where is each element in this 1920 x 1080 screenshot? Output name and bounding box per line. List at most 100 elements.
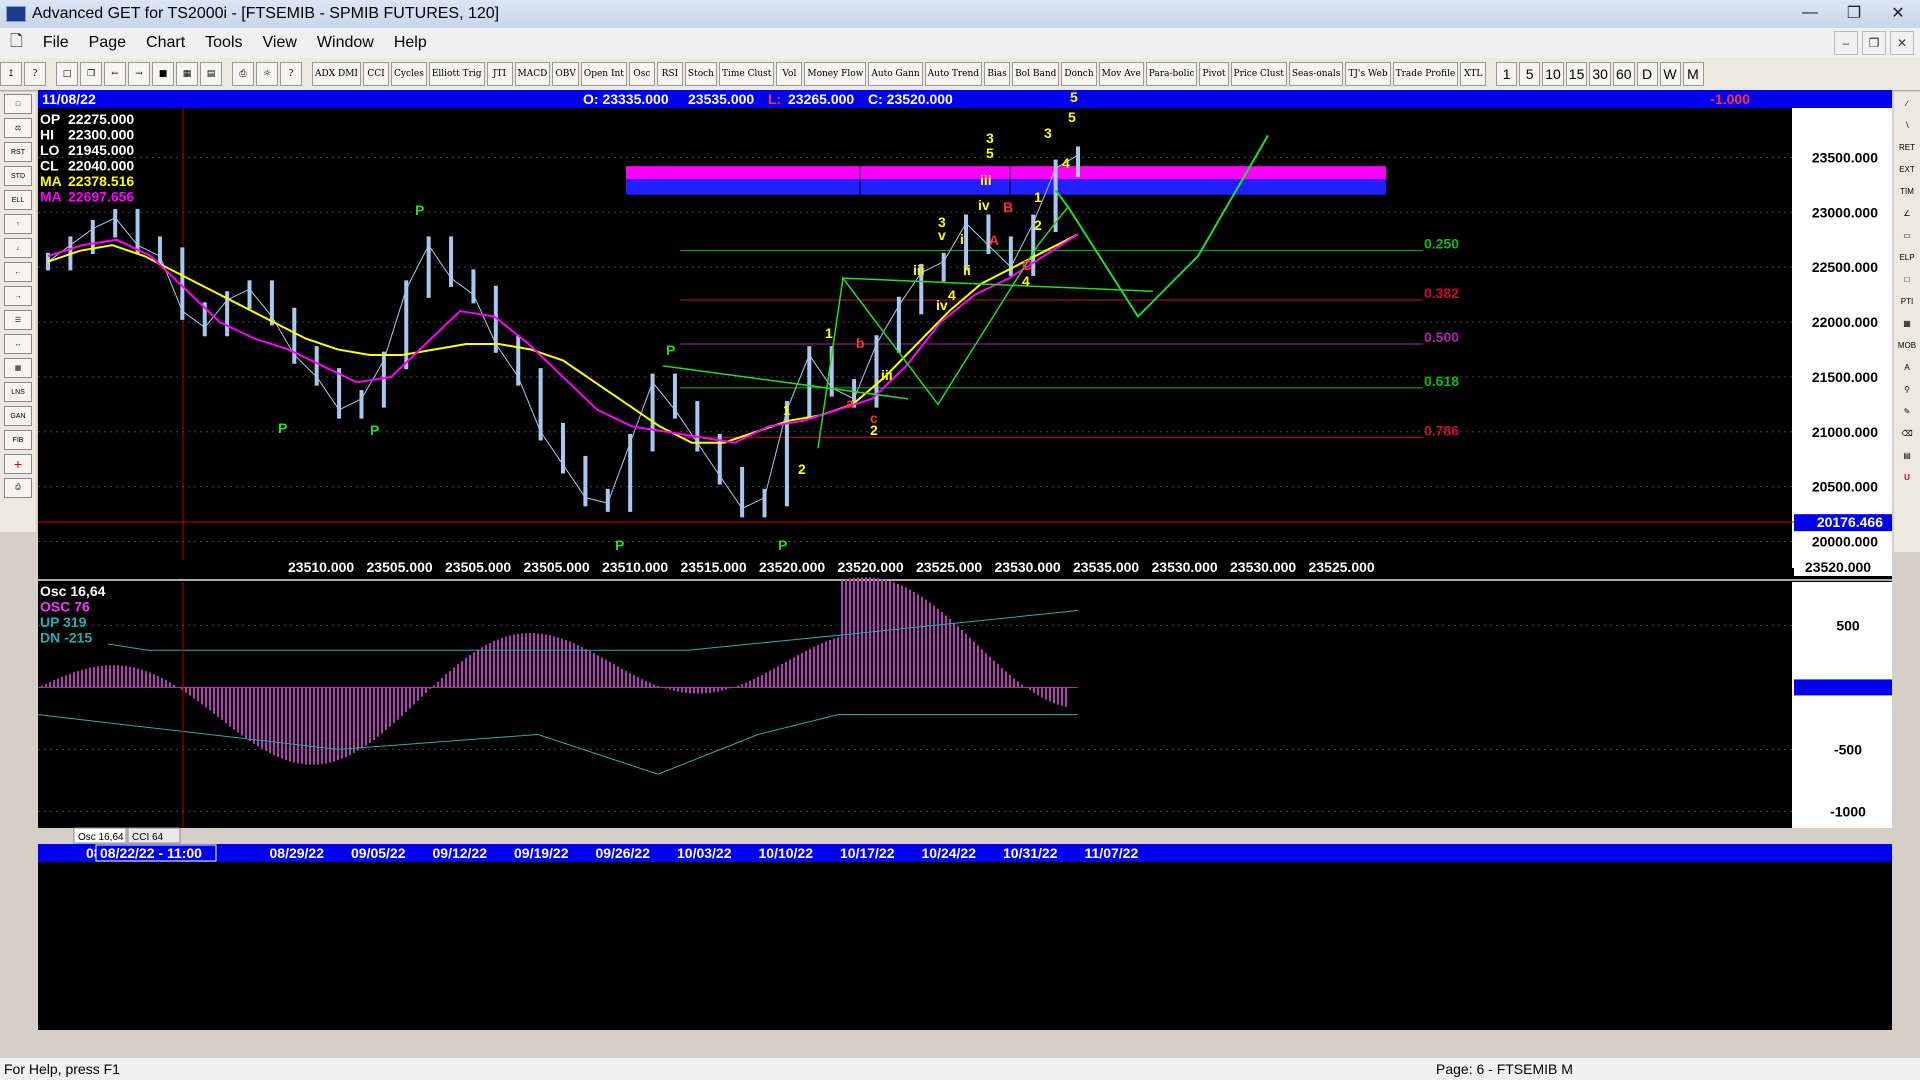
interval-button-30[interactable]: 30: [1589, 62, 1611, 86]
print-small-icon[interactable]: ⎙: [4, 478, 32, 498]
channel-icon[interactable]: ▭: [1896, 225, 1918, 245]
zoom-icon[interactable]: ↔: [4, 334, 32, 354]
menu-help[interactable]: Help: [384, 34, 437, 52]
fib-ret-icon[interactable]: RET: [1896, 137, 1918, 157]
menu-view[interactable]: View: [253, 34, 307, 52]
study-button-19[interactable]: Mov Ave: [1098, 62, 1144, 86]
study-button-0[interactable]: ADX DMI: [312, 62, 361, 86]
mdi-minimize-button[interactable]: –: [1834, 31, 1858, 55]
trend-line-icon[interactable]: ∖: [1896, 115, 1918, 135]
study-button-5[interactable]: MACD: [514, 62, 551, 86]
back-icon[interactable]: ←: [104, 62, 126, 86]
pti-icon[interactable]: PTI: [1896, 291, 1918, 311]
minimize-button[interactable]: —: [1788, 0, 1832, 26]
mdi-restore-button[interactable]: ❐: [1862, 31, 1886, 55]
ellipse-icon[interactable]: ELP: [1896, 247, 1918, 267]
fib-icon[interactable]: FIB: [4, 430, 32, 450]
study-button-25[interactable]: Trade Profile: [1392, 62, 1459, 86]
wave-label: P: [778, 537, 787, 553]
study-button-13[interactable]: Money Flow: [804, 62, 867, 86]
menu-window[interactable]: Window: [307, 34, 384, 52]
study-button-23[interactable]: Seas-onals: [1288, 62, 1344, 86]
menu-item-doc-icon[interactable]: 🗋: [0, 30, 33, 57]
up-arrow-icon[interactable]: ↑: [4, 214, 32, 234]
study-button-10[interactable]: Stoch: [684, 62, 717, 86]
context-help-icon[interactable]: ?: [280, 62, 302, 86]
study-button-20[interactable]: Para-bolic: [1145, 62, 1198, 86]
fib-ext-icon[interactable]: EXT: [1896, 159, 1918, 179]
info-key: LO: [40, 142, 60, 158]
study-button-9[interactable]: RSI: [656, 62, 683, 86]
magnifier-icon[interactable]: ⚲: [1896, 379, 1918, 399]
left-arrow-icon[interactable]: ←: [4, 262, 32, 282]
notes-icon[interactable]: ▤: [1896, 445, 1918, 465]
bars-icon[interactable]: ☰: [4, 310, 32, 330]
eraser-icon[interactable]: ⌫: [1896, 423, 1918, 443]
study-button-26[interactable]: XTL: [1460, 62, 1487, 86]
study-button-24[interactable]: TJ's Web: [1345, 62, 1391, 86]
mob-icon[interactable]: MOB: [1896, 335, 1918, 355]
down-arrow-icon[interactable]: ↓: [4, 238, 32, 258]
study-button-21[interactable]: Pivot: [1199, 62, 1229, 86]
study-button-16[interactable]: Bias: [984, 62, 1011, 86]
study-button-2[interactable]: Cycles: [390, 62, 427, 86]
menu-page[interactable]: Page: [79, 34, 136, 52]
study-button-1[interactable]: CCI: [362, 62, 389, 86]
study-button-14[interactable]: Auto Gann: [868, 62, 923, 86]
table-icon[interactable]: ▦: [4, 358, 32, 378]
study-button-12[interactable]: Vol: [776, 62, 803, 86]
study-button-17[interactable]: Bol Band: [1012, 62, 1060, 86]
chart-area[interactable]: 11/08/22 O: 23335.000 23535.000 L: 23265.000…: [38, 90, 1892, 1030]
study-button-3[interactable]: Elliott Trig: [428, 62, 485, 86]
gann-icon[interactable]: GAN: [4, 406, 32, 426]
square-icon[interactable]: □: [1896, 269, 1918, 289]
study-button-18[interactable]: Donch: [1061, 62, 1097, 86]
print-icon[interactable]: ⎙: [232, 62, 254, 86]
help-cursor-icon[interactable]: ?: [24, 62, 46, 86]
interval-button-W[interactable]: W: [1659, 62, 1681, 86]
study-icon[interactable]: STD: [4, 166, 32, 186]
text-icon[interactable]: A: [1896, 357, 1918, 377]
scale-icon[interactable]: ⚖: [4, 118, 32, 138]
study-button-4[interactable]: JTI: [486, 62, 513, 86]
plus-icon[interactable]: +: [4, 454, 32, 474]
maximize-button[interactable]: ❐: [1832, 0, 1876, 26]
u-icon[interactable]: U: [1896, 467, 1918, 487]
right-arrow-icon[interactable]: →: [4, 286, 32, 306]
study-button-22[interactable]: Price Clust: [1230, 62, 1287, 86]
interval-button-5[interactable]: 5: [1519, 62, 1541, 86]
study-button-6[interactable]: OBV: [552, 62, 579, 86]
fib-time-icon[interactable]: TIM: [1896, 181, 1918, 201]
menu-tools[interactable]: Tools: [195, 34, 252, 52]
fan-icon[interactable]: ∠: [1896, 203, 1918, 223]
study-button-8[interactable]: Osc: [628, 62, 655, 86]
chart-icon[interactable]: ▤: [200, 62, 222, 86]
menu-file[interactable]: File: [33, 34, 79, 52]
study-button-15[interactable]: Auto Trend: [924, 62, 983, 86]
interval-button-60[interactable]: 60: [1612, 62, 1635, 86]
interval-button-15[interactable]: 15: [1565, 62, 1588, 86]
interval-button-M[interactable]: M: [1682, 62, 1704, 86]
mdi-close-button[interactable]: ✕: [1890, 31, 1914, 55]
pointer-tool-icon[interactable]: ↥: [0, 62, 22, 86]
study-button-7[interactable]: Open Int: [580, 62, 627, 86]
interval-button-10[interactable]: 10: [1542, 62, 1564, 86]
lines-icon[interactable]: LNS: [4, 382, 32, 402]
interval-button-D[interactable]: D: [1636, 62, 1658, 86]
forward-icon[interactable]: →: [128, 62, 150, 86]
bulb-icon[interactable]: ☼: [256, 62, 278, 86]
copy-icon[interactable]: ❐: [80, 62, 102, 86]
menu-chart[interactable]: Chart: [136, 34, 195, 52]
open-icon[interactable]: □: [4, 94, 32, 114]
interval-button-1[interactable]: 1: [1496, 62, 1518, 86]
reset-icon[interactable]: RST: [4, 142, 32, 162]
grid-icon[interactable]: ▦: [176, 62, 198, 86]
close-button[interactable]: ✕: [1876, 0, 1920, 26]
save-icon[interactable]: ■: [152, 62, 174, 86]
elliott-icon[interactable]: ELL: [4, 190, 32, 210]
study-button-11[interactable]: Time Clust: [718, 62, 775, 86]
new-page-icon[interactable]: □: [56, 62, 78, 86]
draw-line-icon[interactable]: ∕: [1896, 93, 1918, 113]
pencil-icon[interactable]: ✎: [1896, 401, 1918, 421]
table-grid-icon[interactable]: ▦: [1896, 313, 1918, 333]
